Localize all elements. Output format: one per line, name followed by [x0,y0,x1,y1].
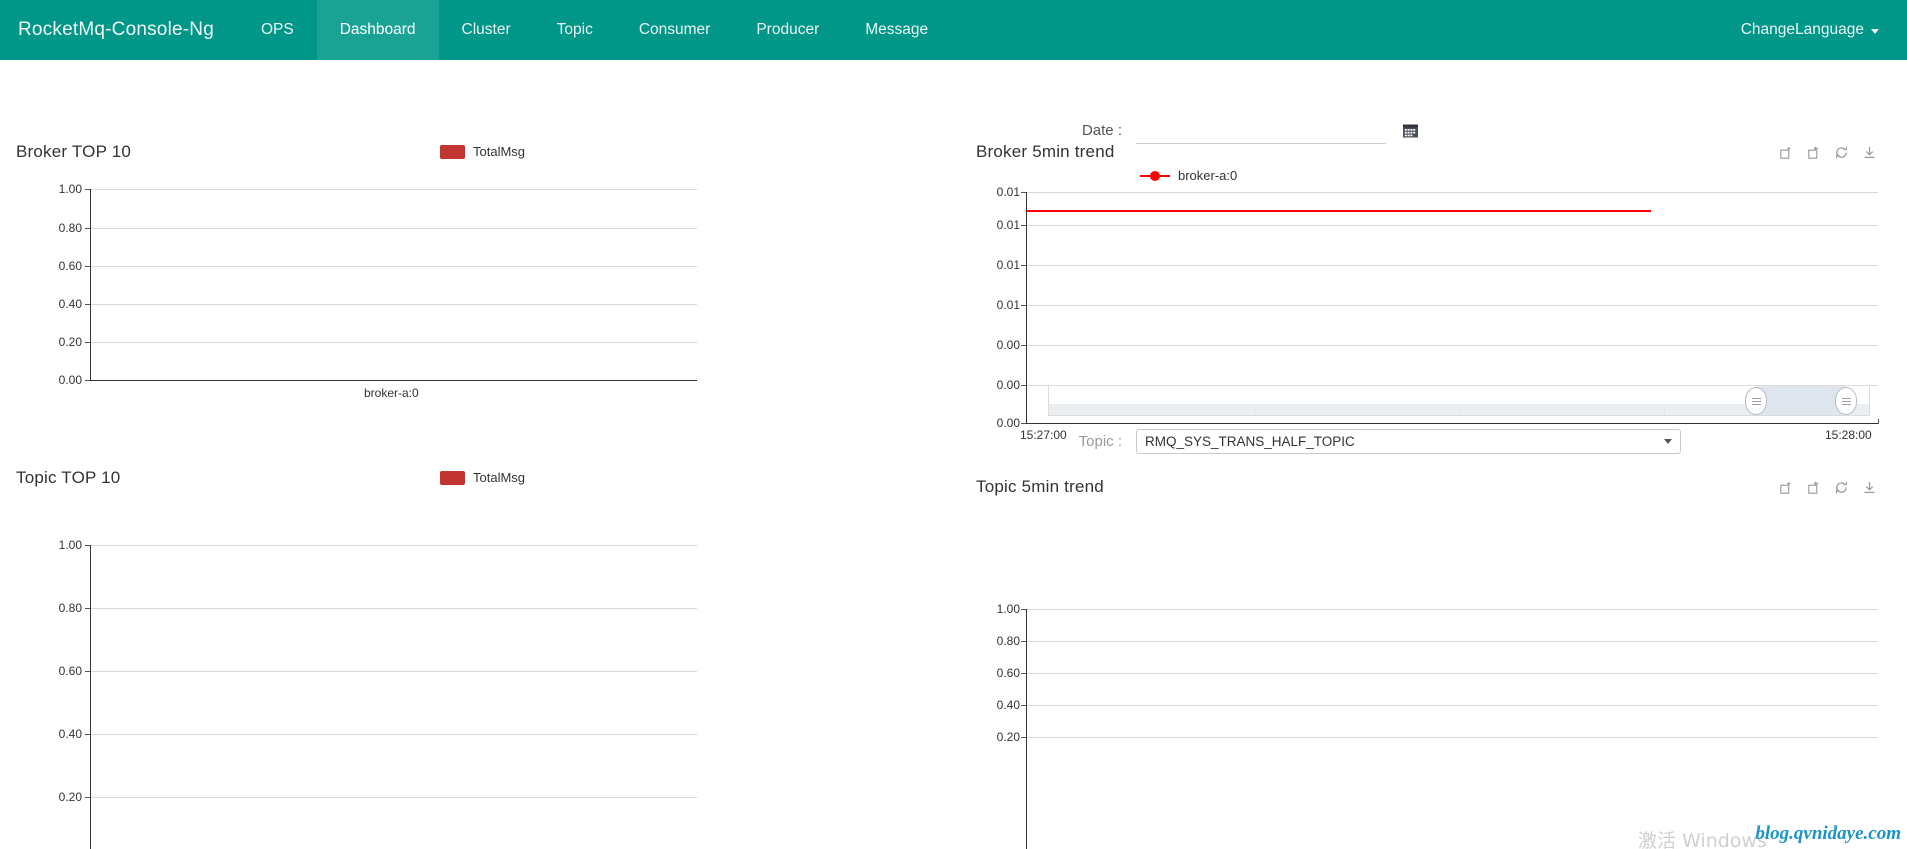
broker-trend-ytick-1: 0.00 [996,378,1020,392]
gridline [90,797,697,798]
gridline [1026,641,1878,642]
topic-trend-ytick-0.20: 0.20 [996,730,1020,744]
y-axis-line [1026,609,1027,849]
gridline [1026,305,1878,306]
topic-trend-plot: 1.00 0.80 0.60 0.40 0.20 [960,450,1907,849]
broker-trend-ytick-6: 0.01 [996,185,1020,199]
topic-top10-ytick-0.60: 0.60 [58,664,82,678]
nav-item-ops[interactable]: OPS [238,0,317,60]
topic-top10-ytick-0.40: 0.40 [58,727,82,741]
broker-trend-panel: Broker 5min trend broker-a:0 0.01 0.01 0… [960,60,1907,480]
y-axis-line [90,545,91,849]
nav-item-dashboard[interactable]: Dashboard [316,0,439,60]
gridline [1026,705,1878,706]
datazoom-handle-right[interactable] [1835,387,1857,415]
change-language-label: ChangeLanguage [1740,21,1864,38]
topic-trend-ytick-1.00: 1.00 [996,602,1020,616]
broker-top10-ytick-0.40: 0.40 [58,297,82,311]
datazoom-handle-left[interactable] [1745,387,1767,415]
broker-top10-ytick-0.20: 0.20 [58,335,82,349]
gridline [90,671,697,672]
datazoom-tick [1459,408,1460,414]
topic-top10-ytick-0.80: 0.80 [58,601,82,615]
gridline [1026,225,1878,226]
broker-trend-plot: 0.01 0.01 0.01 0.01 0.00 0.00 0.00 15:27… [960,60,1907,480]
broker-trend-ytick-4: 0.01 [996,258,1020,272]
blog-watermark: blog.qvnidaye.com [1755,823,1901,844]
right-column: Date : Broker 5min trend broker-a:0 0.01… [960,60,1907,849]
topic-top10-ytick-0.20: 0.20 [58,790,82,804]
xtick-mark [1878,419,1879,424]
gridline [90,342,697,343]
brand-logo[interactable]: RocketMq-Console-Ng [0,0,238,60]
nav-items: OPS Dashboard Cluster Topic Consumer Pro… [238,0,951,60]
datazoom-tick [1254,408,1255,414]
nav-item-topic[interactable]: Topic [534,0,616,60]
gridline [1026,737,1878,738]
broker-trend-datazoom[interactable] [1048,385,1870,416]
x-axis-line [90,380,697,381]
top-navbar: RocketMq-Console-Ng OPS Dashboard Cluste… [0,0,1907,60]
gridline [1026,265,1878,266]
broker-top10-panel: Broker TOP 10 TotalMsg 1.00 0.80 0.60 0.… [0,60,960,400]
topic-top10-ytick-1.00: 1.00 [58,538,82,552]
topic-top10-plot: 1.00 0.80 0.60 0.40 0.20 [0,390,960,849]
topic-trend-panel: Topic 5min trend 1.00 0.80 0.60 0.40 0.2… [960,450,1907,849]
windows-activation-watermark: 激活 Windows [1638,830,1767,849]
chevron-down-icon [1871,29,1879,34]
nav-item-producer[interactable]: Producer [733,0,842,60]
nav-item-consumer[interactable]: Consumer [616,0,734,60]
broker-top10-ytick-1.00: 1.00 [58,182,82,196]
datazoom-tick [1664,408,1665,414]
gridline [1026,192,1878,193]
topic-label: Topic : [1078,432,1122,450]
topic-top10-panel: Topic TOP 10 TotalMsg 1.00 0.80 0.60 0.4… [0,390,960,849]
nav-item-message[interactable]: Message [842,0,951,60]
gridline [90,734,697,735]
topic-trend-ytick-0.80: 0.80 [996,634,1020,648]
broker-top10-ytick-0.00: 0.00 [58,373,82,387]
x-axis-line [1026,423,1878,424]
gridline [1026,345,1878,346]
gridline [90,266,697,267]
gridline [90,189,697,190]
broker-trend-ytick-5: 0.01 [996,218,1020,232]
broker-trend-series-line [1026,210,1651,212]
navbar-right: ChangeLanguage [1741,0,1907,60]
y-axis-line [90,189,91,381]
gridline [90,228,697,229]
broker-trend-ytick-3: 0.01 [996,298,1020,312]
dashboard-page: RocketMq-Console-Ng OPS Dashboard Cluste… [0,0,1907,849]
datazoom-selected-range[interactable] [1756,386,1846,415]
broker-top10-ytick-0.80: 0.80 [58,221,82,235]
change-language-dropdown[interactable]: ChangeLanguage [1741,21,1879,39]
y-axis-line [1026,192,1027,424]
topic-trend-ytick-0.60: 0.60 [996,666,1020,680]
left-column: Broker TOP 10 TotalMsg 1.00 0.80 0.60 0.… [0,60,960,849]
broker-trend-ytick-2: 0.00 [996,338,1020,352]
gridline [90,608,697,609]
gridline [1026,609,1878,610]
gridline [1026,673,1878,674]
gridline [90,545,697,546]
gridline [90,304,697,305]
nav-item-cluster[interactable]: Cluster [439,0,534,60]
broker-top10-plot: 1.00 0.80 0.60 0.40 0.20 0.00 broker-a:0 [0,60,960,400]
broker-top10-ytick-0.60: 0.60 [58,259,82,273]
topic-trend-ytick-0.40: 0.40 [996,698,1020,712]
